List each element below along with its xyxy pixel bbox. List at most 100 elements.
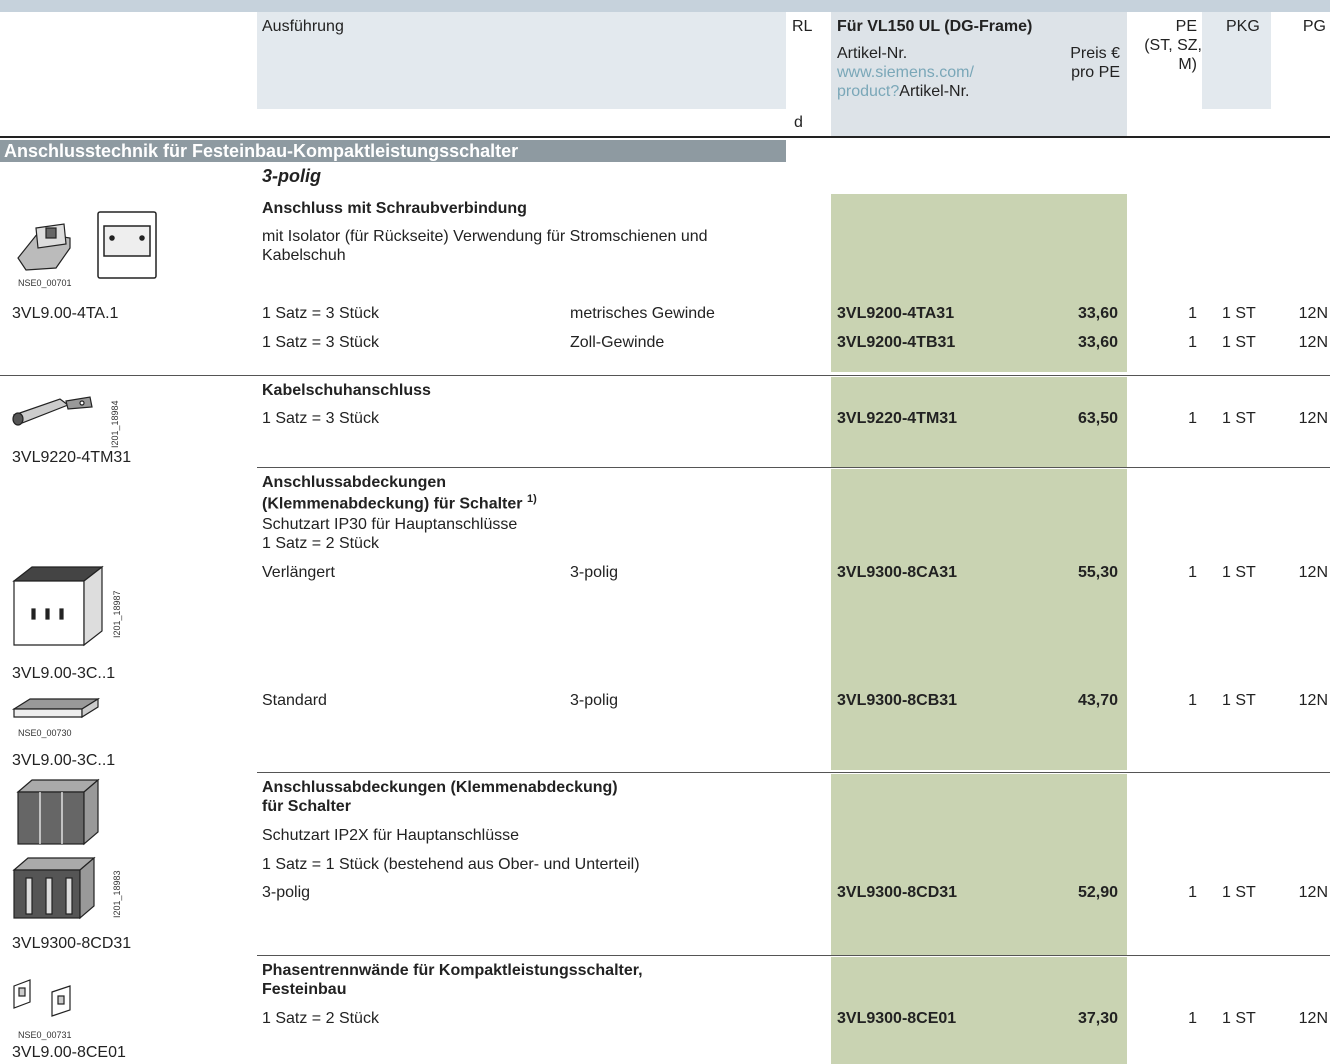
row-pkg: 1 ST — [1222, 1010, 1256, 1027]
image-caption: I201_18987 — [112, 590, 122, 638]
row-variante: 3-polig — [570, 564, 619, 581]
green-block-3 — [831, 469, 1127, 770]
row-ausfuehrung: 1 Satz = 3 Stück — [262, 334, 379, 351]
footnote-marker[interactable]: 1) — [527, 493, 537, 505]
header-url-1[interactable]: www.siemens.com/ — [837, 64, 974, 82]
group-desc-2: 1 Satz = 2 Stück — [262, 535, 379, 552]
row-preis: 63,50 — [1077, 410, 1118, 427]
header-pkg: PKG — [1226, 18, 1260, 35]
row-ausfuehrung: 1 Satz = 3 Stück — [262, 410, 379, 427]
row-artikel[interactable]: 3VL9220-4TM31 — [837, 410, 957, 428]
image-caption: NSE0_00701 — [18, 278, 72, 288]
row-preis: 33,60 — [1077, 305, 1118, 322]
image-label: 3VL9.00-8CE01 — [12, 1044, 126, 1061]
row-ausfuehrung: Verlängert — [262, 564, 335, 581]
image-label: 3VL9.00-4TA.1 — [12, 305, 119, 322]
group-title: Kabelschuhanschluss — [262, 382, 431, 399]
group-title-1: Anschlussabdeckungen — [262, 474, 447, 491]
row-pe: 1 — [1188, 1010, 1197, 1027]
row-pe: 1 — [1188, 334, 1197, 351]
terminal-cover-extended-image — [12, 565, 104, 647]
header-preis-2: pro PE — [1071, 64, 1120, 81]
group-desc-1: Schutzart IP30 für Hauptanschlüsse — [262, 516, 518, 533]
header-rl-d: d — [794, 114, 803, 131]
group-title-2: für Schalter — [262, 798, 351, 815]
row-artikel[interactable]: 3VL9300-8CA31 — [837, 564, 957, 582]
header-url-link[interactable]: product? — [837, 83, 899, 100]
row-pg: 12N — [1298, 692, 1328, 709]
row-pe: 1 — [1188, 692, 1197, 709]
image-caption: I201_18984 — [110, 400, 120, 448]
section-subtitle: 3-polig — [262, 166, 321, 186]
header-pe-sub1: (ST, SZ, — [1144, 37, 1202, 54]
image-label: 3VL9300-8CD31 — [12, 935, 132, 952]
group-title-2: Festeinbau — [262, 981, 347, 998]
header-pe-sub2: M) — [1178, 56, 1197, 73]
image-caption: I201_18983 — [112, 870, 122, 918]
header-ausfuehrung: Ausführung — [262, 18, 344, 35]
row-preis: 55,30 — [1077, 564, 1118, 581]
row-pkg: 1 ST — [1222, 410, 1256, 427]
row-pe: 1 — [1188, 564, 1197, 581]
section-title: Anschlusstechnik für Festeinbau-Kompaktl… — [4, 141, 519, 161]
terminal-cover-standard-image — [11, 697, 101, 719]
row-ausfuehrung: 3-polig — [262, 884, 311, 901]
terminal-cover-ip2x-image — [12, 778, 100, 920]
row-pg: 12N — [1298, 1010, 1328, 1027]
group-desc-2: 1 Satz = 1 Stück (bestehend aus Ober- un… — [262, 856, 640, 873]
header-url-2[interactable]: product?Artikel-Nr. — [837, 83, 970, 101]
row-ausfuehrung: Standard — [262, 692, 327, 709]
group-desc-2: Kabelschuh — [262, 247, 346, 264]
row-pkg: 1 ST — [1222, 564, 1256, 581]
group-title: Anschluss mit Schraubverbindung — [262, 200, 527, 217]
row-pkg: 1 ST — [1222, 334, 1256, 351]
header-url-rest: Artikel-Nr. — [899, 83, 970, 100]
row-variante: Zoll-Gewinde — [570, 334, 665, 351]
header-pg: PG — [1302, 18, 1326, 35]
image-caption: NSE0_00731 — [18, 1030, 72, 1040]
image-label: 3VL9.00-3C..1 — [12, 752, 116, 769]
image-label: 3VL9220-4TM31 — [12, 449, 132, 466]
row-variante: 3-polig — [570, 692, 619, 709]
header-divider — [0, 136, 1330, 138]
row-pg: 12N — [1298, 884, 1328, 901]
row-variante: metrisches Gewinde — [570, 305, 715, 322]
header-artikel-nr: Artikel-Nr. — [837, 45, 908, 62]
row-pg: 12N — [1298, 305, 1328, 322]
row-pkg: 1 ST — [1222, 305, 1256, 322]
image-label: 3VL9.00-3C..1 — [12, 665, 116, 682]
header-frame-title: Für VL150 UL (DG-Frame) — [837, 18, 1033, 35]
row-preis: 33,60 — [1077, 334, 1118, 351]
row-pe: 1 — [1188, 410, 1197, 427]
row-preis: 43,70 — [1077, 692, 1118, 709]
screw-terminal-image — [17, 211, 157, 279]
image-caption: NSE0_00730 — [18, 728, 72, 738]
row-artikel[interactable]: 3VL9300-8CB31 — [837, 692, 957, 710]
row-artikel[interactable]: 3VL9200-4TB31 — [837, 334, 955, 352]
row-artikel[interactable]: 3VL9200-4TA31 — [837, 305, 954, 323]
header-preis-1: Preis € — [1070, 45, 1120, 62]
row-separator — [257, 955, 1330, 956]
group-title-2-text: (Klemmenabdeckung) für Schalter — [262, 495, 523, 513]
group-title-1: Phasentrennwände für Kompaktleistungssch… — [262, 962, 643, 979]
row-artikel[interactable]: 3VL9300-8CE01 — [837, 1010, 956, 1028]
row-pe: 1 — [1188, 884, 1197, 901]
cable-lug-image — [12, 396, 93, 426]
row-preis: 52,90 — [1077, 884, 1118, 901]
row-pkg: 1 ST — [1222, 692, 1256, 709]
group-title-2: (Klemmenabdeckung) für Schalter 1) — [262, 493, 537, 513]
group-title-1: Anschlussabdeckungen (Klemmenabdeckung) — [262, 779, 618, 796]
header-rl: RL — [792, 18, 813, 35]
row-separator — [257, 467, 1330, 468]
row-artikel[interactable]: 3VL9300-8CD31 — [837, 884, 957, 902]
group-desc-1: Schutzart IP2X für Hauptanschlüsse — [262, 827, 520, 844]
header-pe: PE — [1175, 18, 1197, 35]
row-pg: 12N — [1298, 564, 1328, 581]
row-pkg: 1 ST — [1222, 884, 1256, 901]
green-block-4 — [831, 774, 1127, 955]
row-ausfuehrung: 1 Satz = 3 Stück — [262, 305, 379, 322]
row-pg: 12N — [1298, 334, 1328, 351]
row-ausfuehrung: 1 Satz = 2 Stück — [262, 1010, 379, 1027]
row-separator — [257, 772, 1330, 773]
row-preis: 37,30 — [1077, 1010, 1118, 1027]
